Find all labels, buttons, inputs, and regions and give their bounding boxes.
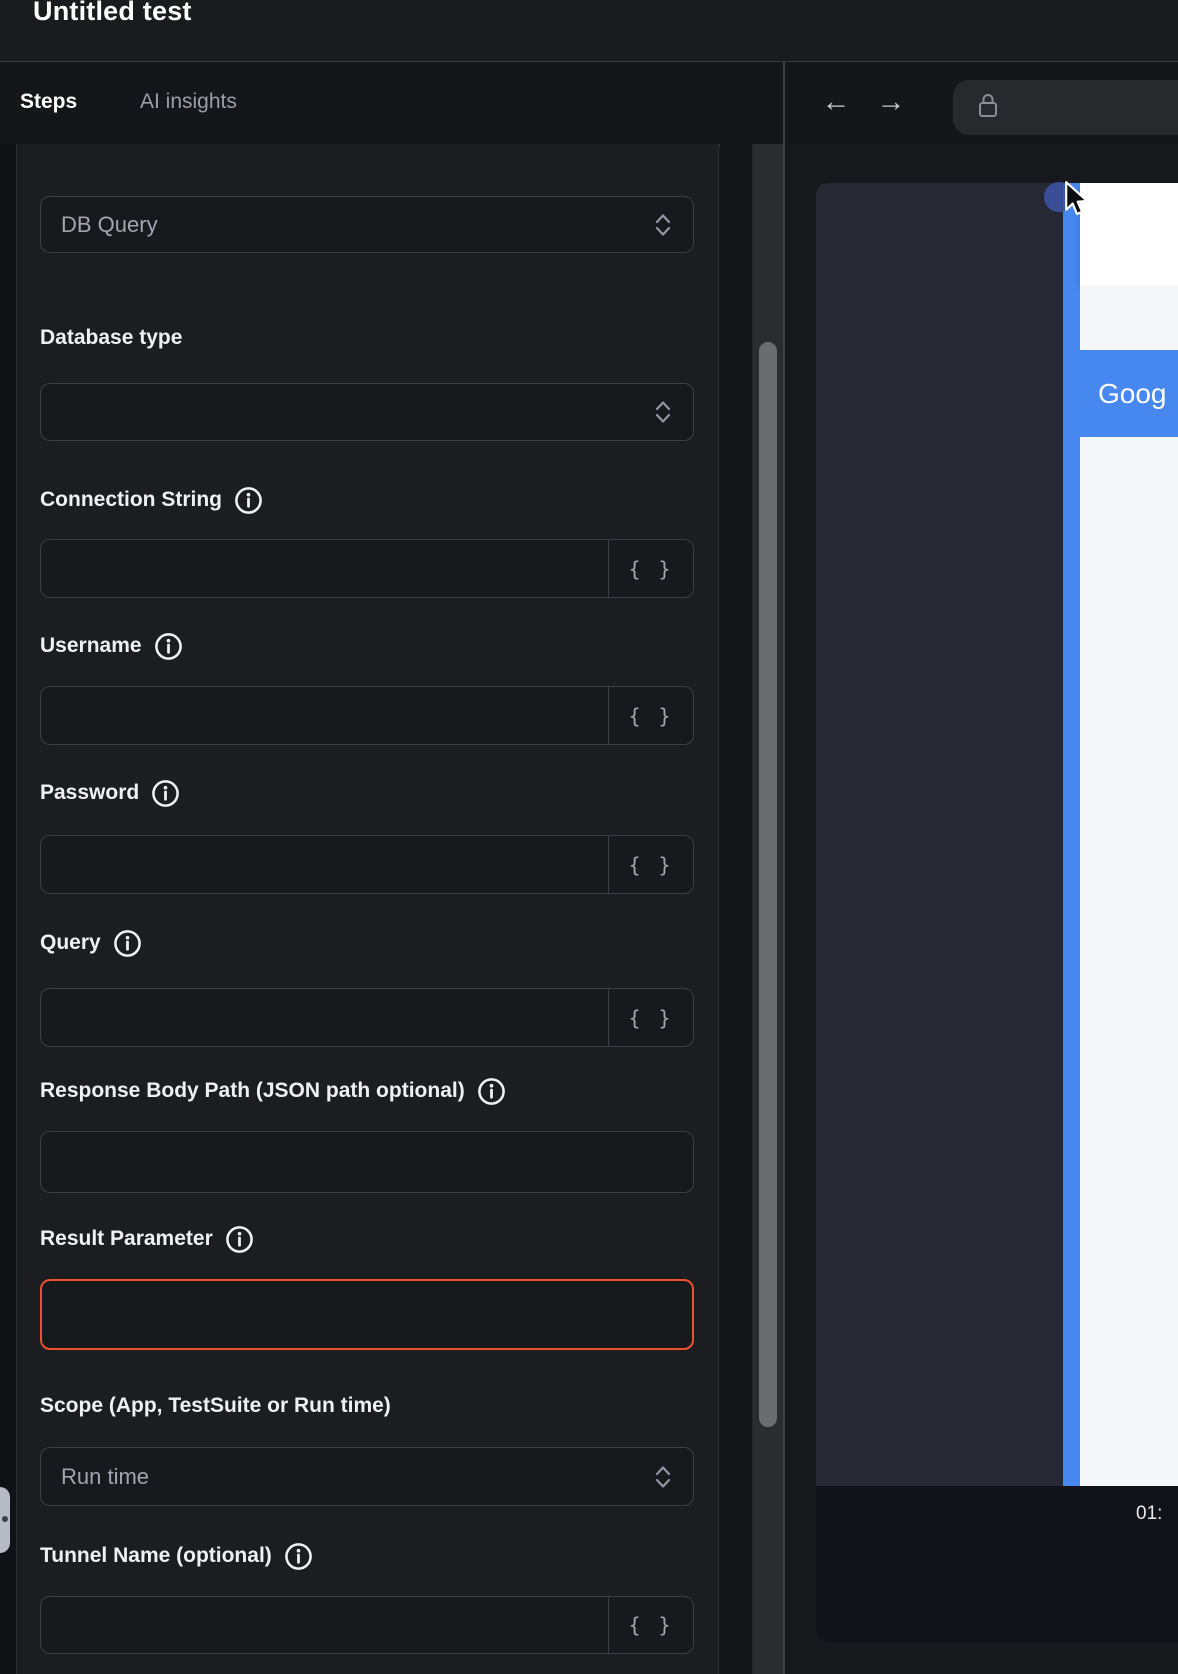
expression-button-tunnel-name[interactable]: { } — [608, 1597, 693, 1653]
field-label-tunnel-name: Tunnel Name (optional) — [40, 1541, 313, 1571]
forward-arrow-icon: → — [877, 86, 906, 119]
google-signin-button[interactable]: Goog — [1080, 350, 1178, 437]
field-label-text-password: Password — [40, 781, 139, 805]
expression-button-username[interactable]: { } — [608, 687, 693, 744]
preview-gray-area-bottom — [1080, 437, 1178, 1486]
info-icon-response-body-path[interactable] — [477, 1077, 506, 1106]
field-input-username[interactable]: { } — [40, 686, 694, 745]
field-label-text-username: Username — [40, 634, 142, 658]
info-icon-result-parameter[interactable] — [225, 1225, 254, 1254]
field-label-password: Password — [40, 778, 180, 808]
info-icon-username[interactable] — [154, 632, 183, 661]
expression-button-connection-string[interactable]: { } — [608, 540, 693, 597]
browser-forward-button[interactable]: → — [873, 84, 909, 120]
preview-gray-area-top — [1080, 285, 1178, 350]
info-icon-password[interactable] — [151, 779, 180, 808]
field-label-result-parameter: Result Parameter — [40, 1224, 254, 1254]
field-input-password[interactable]: { } — [40, 835, 694, 894]
page-title: Untitled test — [33, 0, 192, 27]
playback-bar — [816, 1486, 1178, 1642]
field-select-scope[interactable]: Run time — [40, 1447, 694, 1506]
field-select-database-type[interactable] — [40, 383, 694, 441]
field-value-scope: Run time — [41, 1464, 633, 1490]
google-button-label: Goog — [1080, 378, 1167, 410]
browser-back-button[interactable]: ← — [818, 84, 854, 120]
edge-handle-dot — [2, 1516, 8, 1522]
back-arrow-icon: ← — [822, 86, 851, 119]
expression-button-query[interactable]: { } — [608, 989, 693, 1046]
field-label-text-connection-string: Connection String — [40, 488, 222, 512]
pane-gap — [720, 144, 752, 1674]
step-type-select[interactable]: DB Query — [40, 196, 694, 253]
field-label-text-tunnel-name: Tunnel Name (optional) — [40, 1544, 272, 1568]
step-type-value: DB Query — [41, 212, 633, 238]
tab-toolbar-row: Steps AI insights ← → — [0, 62, 1178, 146]
field-label-query: Query — [40, 928, 142, 958]
field-input-response-body-path[interactable] — [40, 1131, 694, 1193]
edge-handle-button[interactable] — [0, 1487, 10, 1553]
field-label-scope: Scope (App, TestSuite or Run time) — [40, 1391, 391, 1421]
playback-timestamp: 01: — [1136, 1503, 1162, 1525]
left-gutter — [0, 144, 16, 1674]
scrollbar-thumb[interactable] — [759, 342, 777, 1427]
field-label-connection-string: Connection String — [40, 485, 263, 515]
info-icon-query[interactable] — [113, 929, 142, 958]
chevron-updown-icon — [633, 398, 693, 426]
info-icon-connection-string[interactable] — [234, 486, 263, 515]
field-label-text-result-parameter: Result Parameter — [40, 1227, 213, 1251]
field-input-tunnel-name[interactable]: { } — [40, 1596, 694, 1654]
field-label-username: Username — [40, 631, 183, 661]
field-input-connection-string[interactable]: { } — [40, 539, 694, 598]
step-settings-panel — [16, 144, 719, 1674]
preview-page-dark-area[interactable] — [816, 183, 1063, 1486]
tab-steps[interactable]: Steps — [20, 90, 77, 114]
field-label-text-response-body-path: Response Body Path (JSON path optional) — [40, 1079, 465, 1103]
lock-icon — [977, 91, 999, 124]
field-label-text-query: Query — [40, 931, 101, 955]
field-label-text-scope: Scope (App, TestSuite or Run time) — [40, 1394, 391, 1418]
field-label-text-database-type: Database type — [40, 326, 182, 350]
mouse-cursor-icon — [1062, 181, 1092, 222]
tab-ai-insights[interactable]: AI insights — [140, 90, 237, 114]
field-label-response-body-path: Response Body Path (JSON path optional) — [40, 1076, 506, 1106]
field-input-result-parameter[interactable] — [40, 1279, 694, 1350]
preview-white-card — [1080, 183, 1178, 285]
browser-url-bar[interactable] — [953, 80, 1178, 135]
chevron-updown-icon — [633, 211, 693, 239]
expression-button-password[interactable]: { } — [608, 836, 693, 893]
top-bar: Untitled test — [0, 0, 1178, 62]
chevron-updown-icon — [633, 1463, 693, 1491]
field-label-database-type: Database type — [40, 323, 182, 353]
field-input-query[interactable]: { } — [40, 988, 694, 1047]
preview-blue-strip — [1063, 183, 1080, 1486]
info-icon-tunnel-name[interactable] — [284, 1542, 313, 1571]
